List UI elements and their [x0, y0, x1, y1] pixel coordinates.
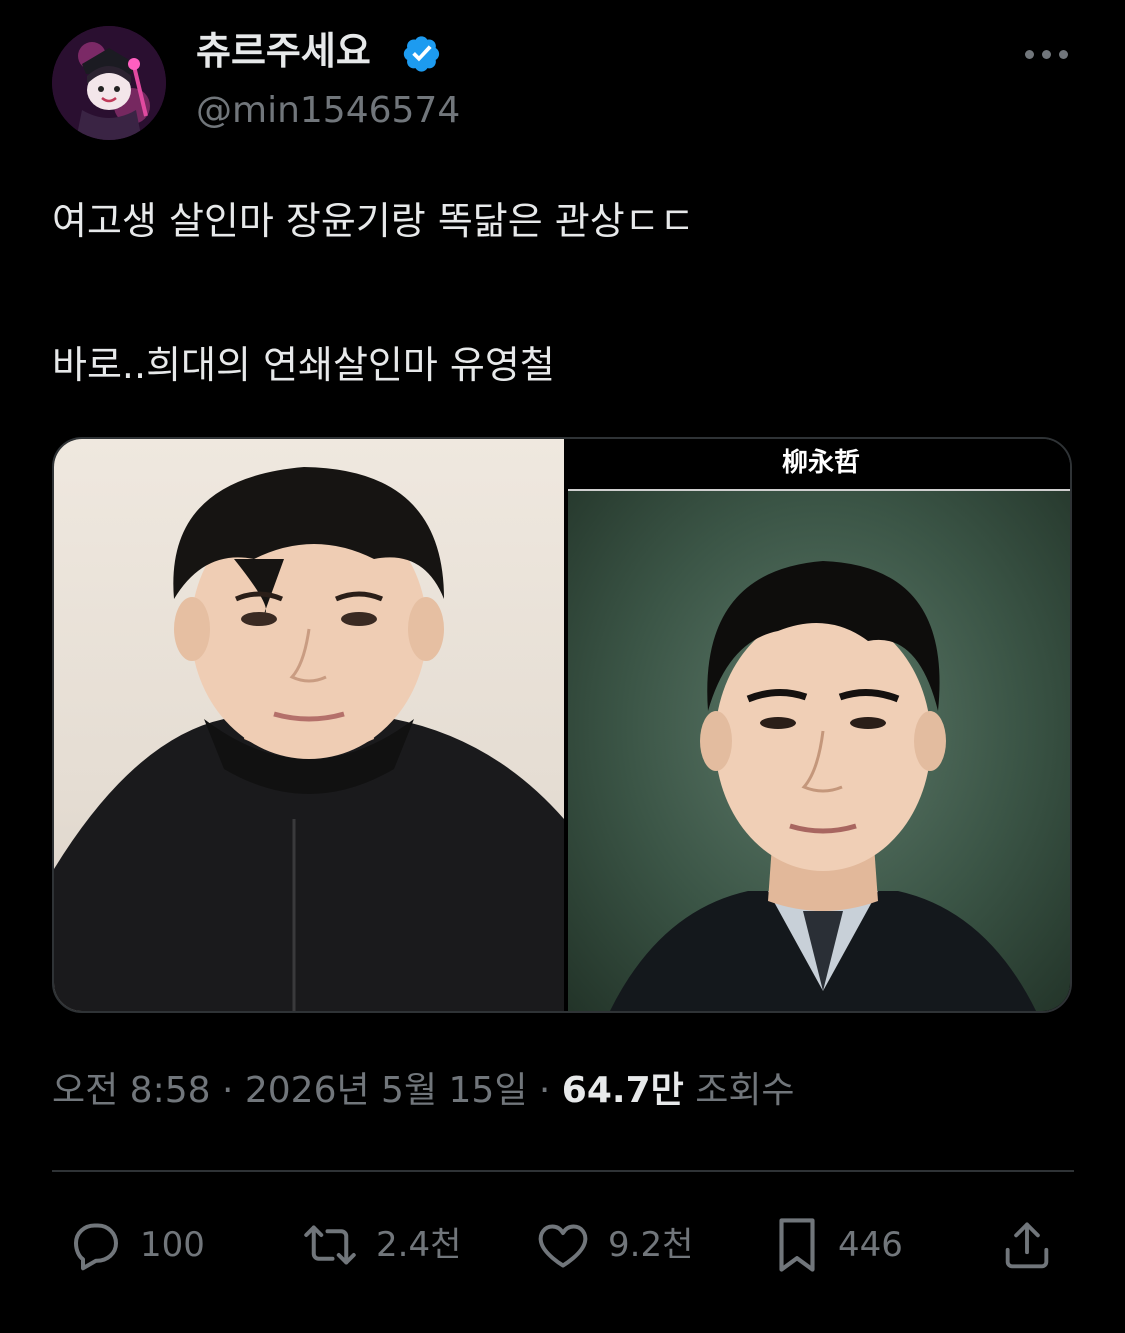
divider	[52, 1170, 1074, 1172]
tweet-text-line-1: 여고생 살인마 장윤기랑 똑닮은 관상ㄷㄷ	[52, 199, 695, 243]
photo-right-illustration	[610, 561, 1036, 1011]
bookmark-count: 446	[838, 1225, 903, 1265]
tweet-time[interactable]: 오전 8:58	[52, 1070, 211, 1111]
photo-left[interactable]	[54, 439, 564, 1011]
meta-separator: ·	[210, 1070, 245, 1111]
views-label: 조회수	[683, 1070, 795, 1111]
like-count: 9.2천	[608, 1225, 694, 1265]
more-dot	[1041, 49, 1051, 59]
avatar[interactable]	[52, 26, 166, 140]
bookmark-icon	[779, 1218, 815, 1272]
reply-icon	[74, 1223, 118, 1271]
reply-count: 100	[140, 1225, 205, 1265]
retweet-icon	[304, 1225, 356, 1265]
tweet-media[interactable]: 柳永哲	[52, 437, 1072, 1013]
views-count[interactable]: 64.7만	[562, 1070, 684, 1111]
avatar-illustration	[52, 26, 166, 140]
share-icon	[1005, 1222, 1049, 1269]
photo-right-background	[568, 491, 1070, 1011]
more-icon[interactable]	[1016, 34, 1076, 74]
like-icon	[538, 1224, 588, 1268]
reply-button[interactable]: 100	[66, 1212, 205, 1278]
tweet-text-line-2: 바로..희대의 연쇄살인마 유영철	[52, 343, 555, 387]
photo-left-illustration	[54, 467, 564, 1011]
tweet-meta: 오전 8:58 · 2026년 5월 15일 · 64.7만 조회수	[52, 1066, 795, 1116]
bookmark-button[interactable]: 446	[770, 1212, 903, 1278]
photo-right[interactable]: 柳永哲	[568, 439, 1070, 1011]
more-dot	[1058, 49, 1068, 59]
tweet-date[interactable]: 2026년 5월 15일	[245, 1070, 528, 1111]
user-handle[interactable]: @min1546574	[196, 88, 460, 134]
like-button[interactable]: 9.2천	[532, 1212, 693, 1278]
share-button[interactable]	[998, 1212, 1056, 1278]
photo-caption: 柳永哲	[568, 439, 1070, 491]
retweet-button[interactable]: 2.4천	[298, 1212, 461, 1278]
meta-separator: ·	[527, 1070, 562, 1111]
retweet-count: 2.4천	[376, 1225, 462, 1265]
verified-badge-icon	[403, 36, 440, 72]
more-dot	[1024, 49, 1034, 59]
display-name[interactable]: 츄르주세요	[196, 28, 371, 74]
